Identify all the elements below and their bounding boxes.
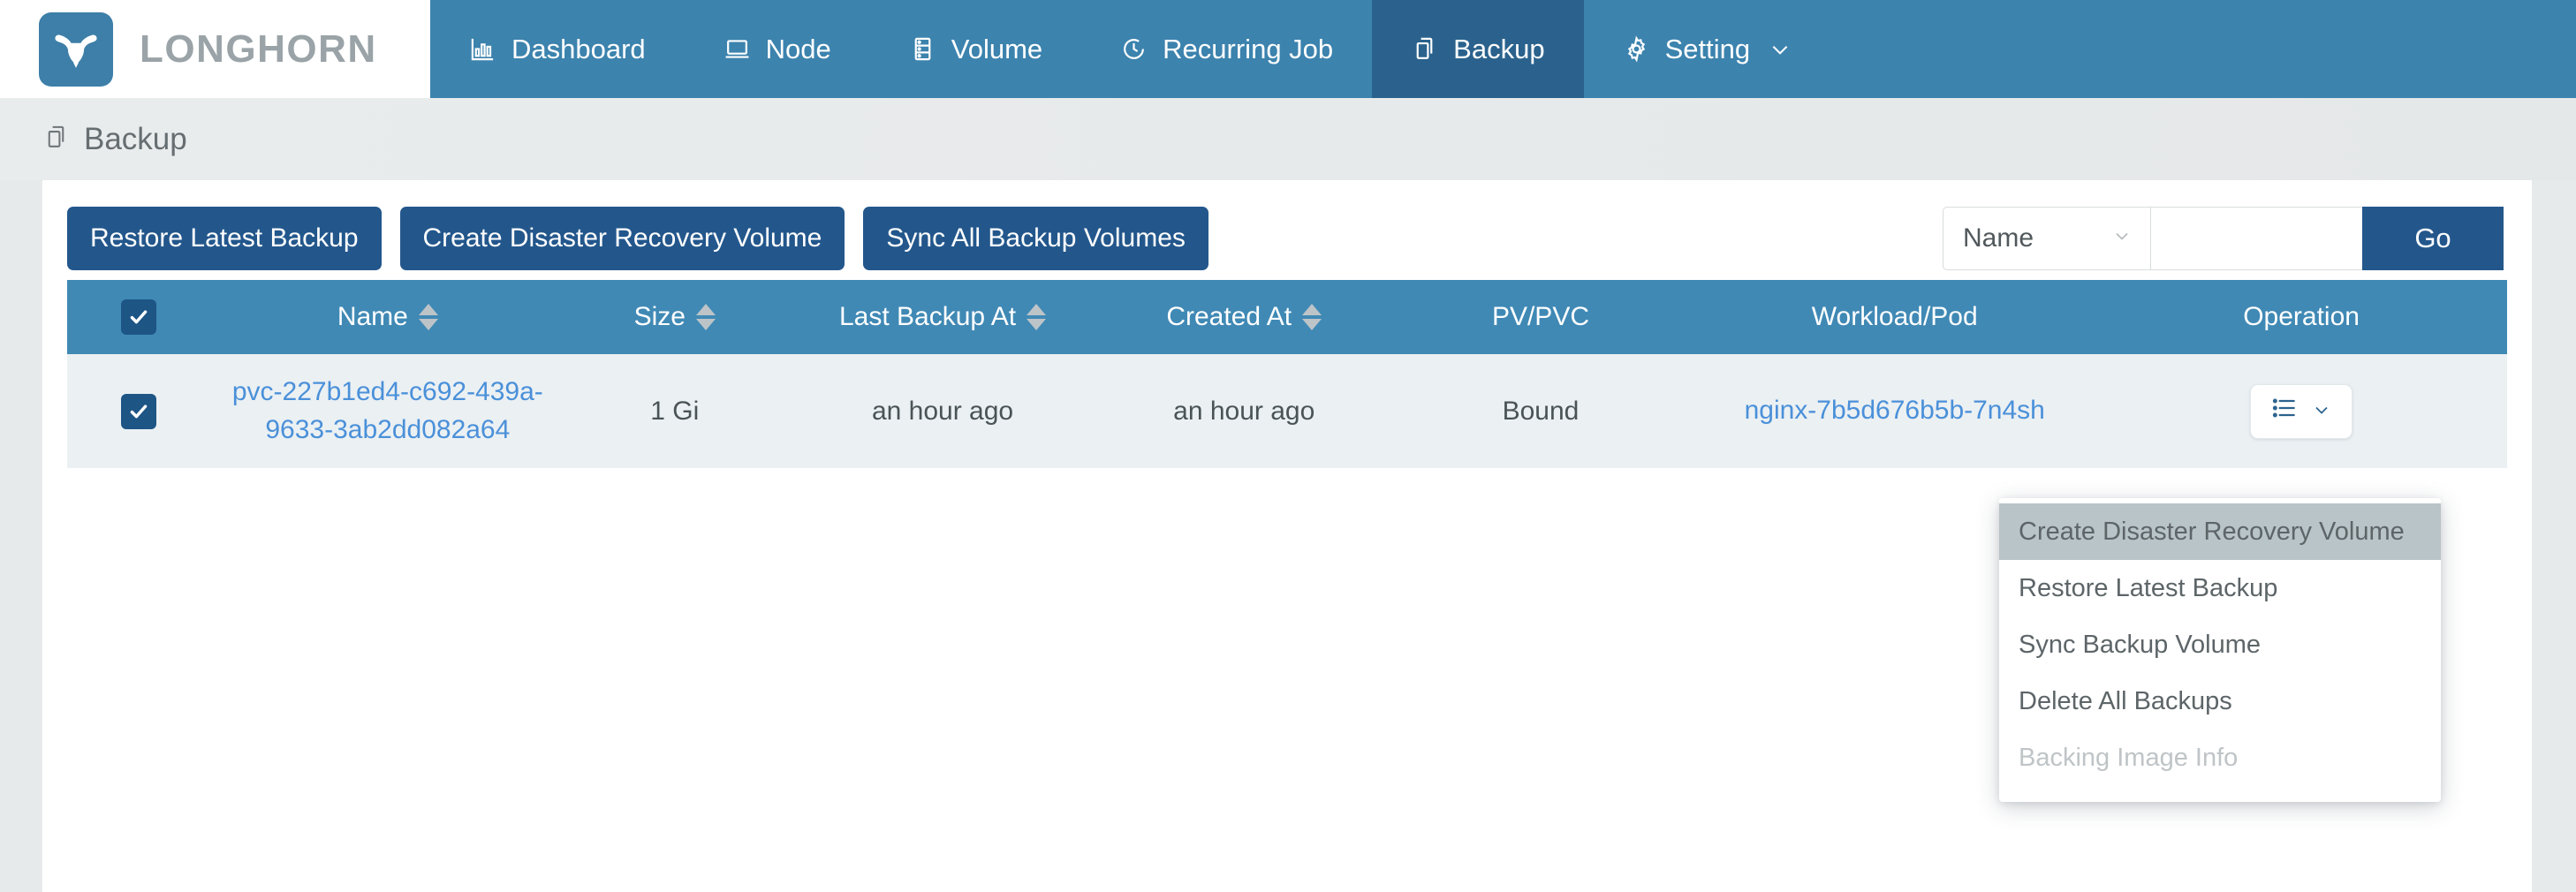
table-header-label: PV/PVC	[1491, 302, 1589, 331]
table-header-label: Size	[633, 302, 686, 331]
table-header-pv-pvc: PV/PVC	[1387, 280, 1694, 354]
longhorn-bull-icon	[39, 11, 113, 87]
nav-item-label: Setting	[1664, 33, 1751, 64]
table-header-operation: Operation	[2095, 280, 2507, 354]
table-header-label: Last Backup At	[838, 302, 1017, 331]
nav-item-label: Backup	[1453, 33, 1545, 64]
nav-item-recurring-job[interactable]: Recurring Job	[1081, 0, 1372, 98]
laptop-icon	[724, 35, 751, 63]
chevron-down-icon	[2111, 225, 2133, 253]
table-header-last-backup-at[interactable]: Last Backup At	[784, 280, 1101, 354]
row-last-backup-at-cell: an hour ago	[784, 354, 1101, 468]
nav-item-backup[interactable]: Backup	[1372, 0, 1584, 98]
nav-item-node[interactable]: Node	[685, 0, 870, 98]
nav-item-label: Volume	[951, 33, 1043, 64]
list-menu-icon	[2270, 394, 2299, 429]
copy-icon	[42, 124, 70, 155]
sort-arrows-icon[interactable]	[695, 304, 716, 330]
clock-icon	[1120, 35, 1148, 63]
copy-icon	[1411, 35, 1438, 63]
brand-area[interactable]: LONGHORN	[0, 0, 430, 98]
search-area: Name Go	[1943, 207, 2504, 270]
nav-item-label: Dashboard	[511, 33, 646, 64]
nav-item-label: Node	[765, 33, 831, 64]
backup-volume-name-link[interactable]: pvc-227b1ed4-c692-439a-9633-3ab2dd082a64	[210, 374, 564, 449]
table-header-name[interactable]: Name	[210, 280, 565, 354]
menu-item-sync-backup-volume[interactable]: Sync Backup Volume	[1999, 616, 2441, 673]
row-checkbox[interactable]	[121, 393, 157, 429]
server-stack-icon	[909, 35, 936, 63]
backup-table: Name Size Last Backup At Created At PV/P…	[67, 280, 2507, 468]
create-disaster-recovery-volume-button[interactable]: Create Disaster Recovery Volume	[399, 207, 845, 270]
table-row: pvc-227b1ed4-c692-439a-9633-3ab2dd082a64…	[67, 354, 2507, 468]
row-name-cell: pvc-227b1ed4-c692-439a-9633-3ab2dd082a64	[210, 354, 565, 468]
sync-all-backup-volumes-button[interactable]: Sync All Backup Volumes	[863, 207, 1208, 270]
nav-item-dashboard[interactable]: Dashboard	[430, 0, 685, 98]
table-header-row: Name Size Last Backup At Created At PV/P…	[67, 280, 2507, 354]
menu-item-backing-image-info: Backing Image Info	[2019, 743, 2239, 772]
row-created-at-cell: an hour ago	[1100, 354, 1388, 468]
row-workload-pod-cell: nginx-7b5d676b5b-7n4sh	[1693, 354, 2096, 468]
restore-latest-backup-button[interactable]: Restore Latest Backup	[67, 207, 382, 270]
chevron-down-icon	[2311, 399, 2332, 424]
menu-item-restore-latest-backup[interactable]: Restore Latest Backup	[1999, 560, 2441, 616]
workload-pod-link[interactable]: nginx-7b5d676b5b-7n4sh	[1745, 396, 2045, 425]
row-select-cell	[67, 354, 211, 468]
table-header-label: Created At	[1166, 302, 1292, 331]
search-field-select[interactable]: Name	[1943, 207, 2150, 270]
top-navigation-bar: LONGHORN Dashboard Node Volume Recurring…	[0, 0, 2576, 98]
nav-item-volume[interactable]: Volume	[870, 0, 1081, 98]
sort-arrows-icon[interactable]	[1302, 304, 1322, 330]
table-header-select-all	[67, 280, 211, 354]
toolbar: Restore Latest Backup Create Disaster Re…	[42, 180, 2532, 272]
row-operation-cell	[2095, 354, 2507, 468]
search-field-select-value: Name	[1963, 223, 2034, 253]
sort-arrows-icon[interactable]	[1027, 304, 1047, 330]
chevron-down-icon	[1769, 38, 1792, 61]
operation-dropdown-menu: Create Disaster Recovery Volume Restore …	[1999, 498, 2441, 802]
chart-bar-icon	[469, 35, 496, 63]
table-header-workload-pod: Workload/Pod	[1693, 280, 2096, 354]
table-header-label: Name	[337, 302, 408, 331]
nav-items: Dashboard Node Volume Recurring Job Back…	[430, 0, 2576, 98]
gear-icon	[1623, 35, 1650, 63]
select-all-checkbox[interactable]	[121, 299, 157, 335]
nav-item-label: Recurring Job	[1163, 33, 1334, 64]
search-go-button[interactable]: Go	[2362, 207, 2504, 270]
table-header-label: Workload/Pod	[1811, 302, 1978, 331]
nav-item-setting[interactable]: Setting	[1584, 0, 1831, 98]
brand-name: LONGHORN	[140, 26, 377, 71]
row-size-cell: 1 Gi	[564, 354, 785, 468]
page-header: Backup	[0, 98, 2576, 180]
row-operation-menu-button[interactable]	[2250, 383, 2353, 439]
search-input[interactable]	[2150, 207, 2362, 270]
row-pv-pvc-cell: Bound	[1387, 354, 1694, 468]
sort-arrows-icon[interactable]	[418, 304, 438, 330]
table-header-created-at[interactable]: Created At	[1100, 280, 1388, 354]
menu-item-create-disaster-recovery-volume[interactable]: Create Disaster Recovery Volume	[1999, 503, 2441, 560]
menu-item-delete-all-backups[interactable]: Delete All Backups	[1999, 673, 2441, 729]
table-header-label: Operation	[2243, 302, 2360, 331]
page-title: Backup	[84, 121, 187, 156]
table-header-size[interactable]: Size	[564, 280, 785, 354]
